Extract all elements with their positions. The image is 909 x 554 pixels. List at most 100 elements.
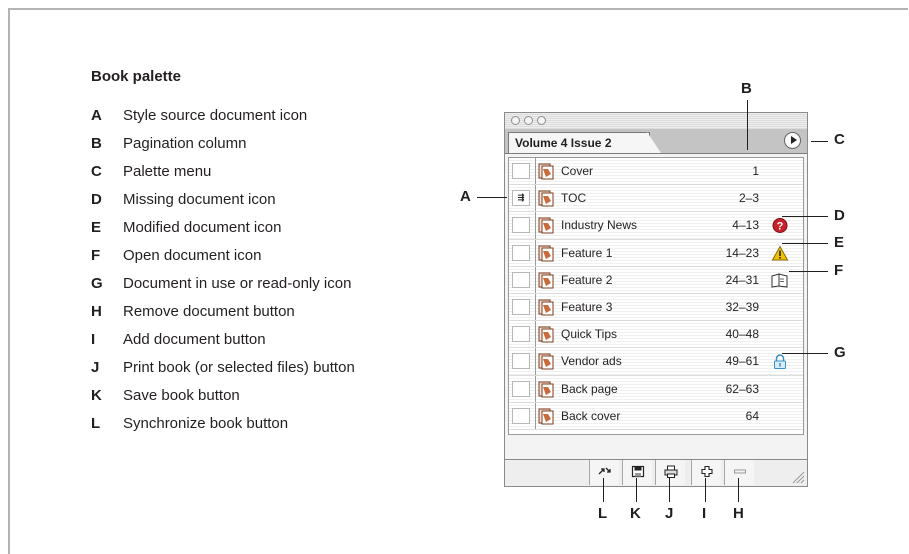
leader-b: [747, 100, 748, 150]
callout-g: G: [834, 344, 846, 361]
legend-text: Style source document icon: [123, 107, 308, 124]
legend-item: A Style source document icon: [91, 102, 355, 130]
document-name: Feature 1: [561, 245, 613, 260]
list-item[interactable]: Quick Tips 40–48: [509, 321, 803, 349]
column-divider: [535, 239, 536, 266]
pagination-range: 4–13: [732, 218, 759, 233]
style-source-box[interactable]: [512, 163, 530, 179]
list-item[interactable]: Feature 3 32–39: [509, 293, 803, 322]
open-book-icon: [771, 272, 789, 289]
callout-l: L: [598, 505, 608, 522]
palette-tabbar: Volume 4 Issue 2: [505, 129, 807, 154]
list-item[interactable]: Back cover 64: [509, 402, 803, 430]
minimize-icon[interactable]: [524, 116, 533, 125]
legend-text: Synchronize book button: [123, 415, 289, 432]
legend-letter: B: [91, 135, 102, 152]
list-item[interactable]: Industry News 4–13?: [509, 212, 803, 240]
legend-letter: J: [91, 359, 100, 376]
print-icon: [664, 465, 678, 478]
legend-letter: I: [91, 331, 96, 348]
leader-j: [669, 478, 670, 502]
print-book-button[interactable]: [655, 460, 685, 485]
legend-text: Document in use or read-only icon: [123, 275, 352, 292]
modified-icon: [771, 245, 789, 262]
leader-g: [782, 353, 828, 354]
leader-k: [636, 478, 637, 502]
style-source-box[interactable]: [512, 217, 530, 234]
save-book-button[interactable]: [622, 460, 652, 485]
list-item[interactable]: Feature 2 24–31: [509, 266, 803, 294]
legend-item: L Synchronize book button: [91, 410, 355, 438]
list-item[interactable]: Feature 1 14–23: [509, 239, 803, 267]
callout-j: J: [665, 505, 674, 522]
document-name: Back page: [561, 381, 618, 396]
close-icon[interactable]: [511, 116, 520, 125]
synchronize-book-button[interactable]: [589, 460, 619, 485]
legend-text: Pagination column: [123, 135, 247, 152]
style-source-box[interactable]: [512, 298, 530, 315]
callout-h: H: [733, 505, 744, 522]
style-source-box[interactable]: [512, 271, 530, 288]
legend-item: G Document in use or read-only icon: [91, 270, 355, 298]
legend-text: Palette menu: [123, 163, 212, 180]
document-name: Feature 3: [561, 299, 613, 314]
list-item[interactable]: Vendor ads 49–61: [509, 348, 803, 376]
style-source-icon[interactable]: ⇶: [512, 190, 530, 207]
legend-item: E Modified document icon: [91, 214, 355, 242]
palette-titlebar[interactable]: [505, 113, 807, 129]
legend-letter: C: [91, 163, 102, 180]
document-name: Vendor ads: [561, 354, 622, 369]
legend-text: Add document button: [123, 331, 266, 348]
document-name: Industry News: [561, 218, 638, 233]
pagination-range: 2–3: [738, 191, 759, 206]
document-name: Quick Tips: [561, 327, 618, 342]
style-source-box[interactable]: [512, 380, 530, 397]
style-source-box[interactable]: [512, 244, 530, 261]
pagination-range: 14–23: [725, 245, 759, 260]
column-divider: [535, 321, 536, 348]
leader-i: [705, 478, 706, 502]
zoom-icon[interactable]: [537, 116, 546, 125]
save-icon: [631, 465, 645, 478]
style-source-box[interactable]: [512, 326, 530, 343]
legend-text: Save book button: [123, 387, 240, 404]
document-icon: [538, 353, 554, 370]
leader-e: [782, 243, 828, 244]
column-divider: [535, 158, 536, 185]
remove-icon: [734, 469, 746, 474]
list-item[interactable]: Cover 1: [509, 158, 803, 186]
add-icon: [701, 465, 713, 478]
pagination-range: 64: [745, 408, 759, 423]
callout-e: E: [834, 234, 845, 251]
legend-letter: G: [91, 275, 103, 292]
legend-text: Open document icon: [123, 247, 262, 264]
remove-document-button[interactable]: [724, 460, 754, 485]
style-source-box[interactable]: [512, 407, 530, 424]
tab-volume[interactable]: Volume 4 Issue 2: [508, 132, 650, 153]
list-item[interactable]: Back page 62–63: [509, 375, 803, 403]
legend-letter: E: [91, 219, 102, 236]
column-divider: [535, 185, 536, 212]
document-name: TOC: [561, 191, 587, 206]
column-divider: [535, 402, 536, 429]
leader-d: [782, 216, 828, 217]
legend-item: K Save book button: [91, 382, 355, 410]
legend-text: Modified document icon: [123, 219, 282, 236]
resize-grip-icon[interactable]: [789, 468, 805, 484]
list-item[interactable]: ⇶ TOC 2–3: [509, 185, 803, 213]
column-divider: [535, 212, 536, 239]
palette-menu-button[interactable]: [784, 132, 801, 149]
palette-button-bar: [505, 459, 807, 486]
legend-item: D Missing document icon: [91, 186, 355, 214]
document-icon: [538, 381, 554, 398]
column-divider: [535, 348, 536, 375]
add-document-button[interactable]: [691, 460, 721, 485]
document-name: Feature 2: [561, 272, 613, 287]
document-icon: [538, 245, 554, 262]
callout-d: D: [834, 207, 845, 224]
legend-letter: K: [91, 387, 102, 404]
document-name: Back cover: [561, 408, 621, 423]
document-list: Cover 1 ⇶ TOC 2–3 Industry News 4–13? Feature 1…: [508, 157, 804, 435]
document-icon: [538, 217, 554, 234]
style-source-box[interactable]: [512, 353, 530, 370]
